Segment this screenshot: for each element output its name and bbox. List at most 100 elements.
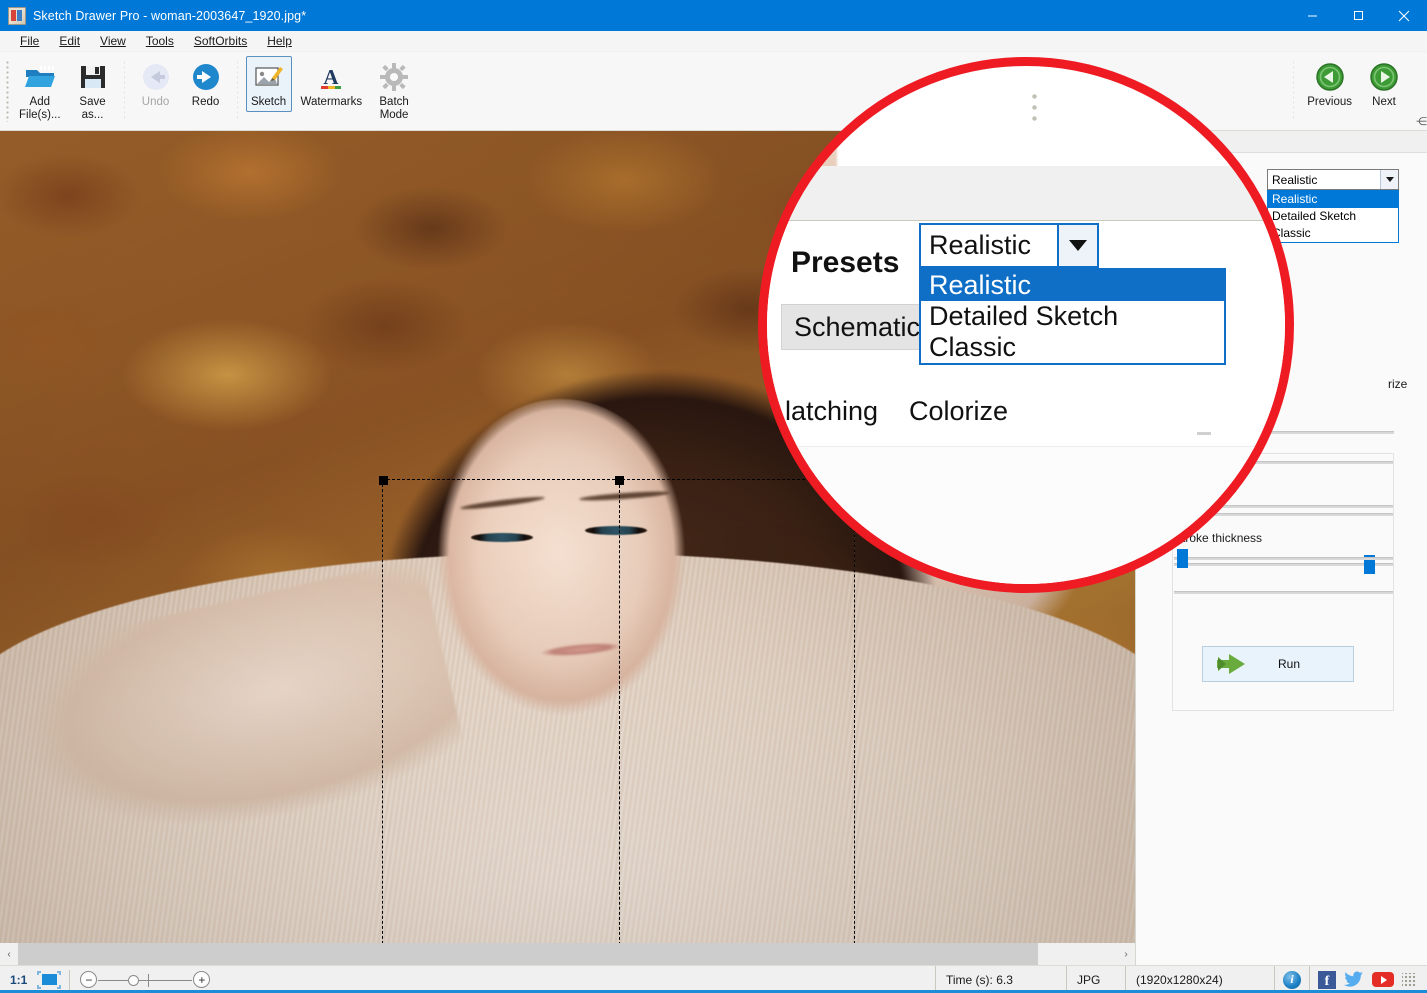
scrollbar-thumb[interactable] [18,943,1038,965]
menu-edit-label: Edit [59,34,80,48]
toolbar-grip[interactable] [6,60,9,122]
minimize-button[interactable] [1289,0,1335,31]
toolbar-overflow-icon[interactable]: ⋲ [1416,115,1427,128]
menu-file[interactable]: File [10,32,49,50]
youtube-icon[interactable] [1372,972,1394,987]
redo-button[interactable]: Redo [183,56,229,112]
run-arrow-icon [1215,653,1251,675]
magnified-preset-value: Realistic [921,230,1057,261]
save-as-button[interactable]: Save as... [70,56,116,125]
menu-help-label: Help [267,34,292,48]
statusbar-divider-6 [1309,966,1310,993]
run-label: Run [1251,657,1327,671]
resize-grip-icon[interactable] [1402,973,1416,987]
zoom-slider-thumb[interactable] [128,975,139,986]
magnified-schematic-button[interactable]: Schematic [781,304,933,350]
zoom-out-button[interactable]: − [80,971,97,988]
zoom-slider-tick [148,974,149,987]
info-icon[interactable]: i [1283,971,1301,989]
scroll-right-arrow-icon[interactable]: › [1117,943,1135,965]
statusbar-divider-1 [69,970,70,990]
zoom-in-button[interactable]: + [193,971,210,988]
magnified-schematic-label: Schematic [794,312,920,343]
next-label: Next [1372,96,1396,109]
selection-mid-guide [619,480,620,943]
zoom-slider[interactable]: − + [80,969,210,991]
menu-tools[interactable]: Tools [136,32,184,50]
window-controls [1289,0,1427,31]
selection-handle-top-center[interactable] [615,476,624,485]
magnified-preset-option-detailed-sketch[interactable]: Detailed Sketch [921,301,1224,332]
close-button[interactable] [1381,0,1427,31]
zoom-slider-track [98,980,192,981]
magnified-chevron-down-icon[interactable] [1057,225,1097,266]
magnifier-content: Presets Schematic Realistic Realistic De… [767,66,1285,584]
menu-help[interactable]: Help [257,32,302,50]
magnified-preset-list[interactable]: Realistic Detailed Sketch Classic [919,268,1226,365]
zoom-ratio-label: 1:1 [10,973,27,987]
next-button[interactable]: Next [1361,56,1407,112]
svg-text:A: A [324,65,340,89]
magnified-preset-option-classic[interactable]: Classic [921,332,1224,363]
floppy-disk-icon [79,60,107,94]
fit-corner-2 [57,971,61,975]
undo-button[interactable]: Undo [133,56,179,112]
maximize-button[interactable] [1335,0,1381,31]
preset-dropdown-list[interactable]: Realistic Detailed Sketch Classic [1267,190,1399,243]
add-files-button[interactable]: Add File(s)... [14,56,66,125]
magnified-toolbar-strip [767,166,1285,221]
letter-a-icon: A [317,60,345,94]
previous-label: Previous [1307,96,1352,109]
menu-softorbits[interactable]: SoftOrbits [184,32,257,50]
undo-label: Undo [142,96,170,109]
toolbar-right-group: Previous Next [1287,56,1409,122]
gear-icon [380,60,408,94]
preset-option-detailed-sketch[interactable]: Detailed Sketch [1268,208,1398,225]
window-title: Sketch Drawer Pro - woman-2003647_1920.j… [33,9,306,23]
magnified-preset-dropdown[interactable]: Realistic [919,223,1099,268]
facebook-icon[interactable]: f [1318,971,1336,989]
menu-softorbits-label: SoftOrbits [194,34,247,48]
fit-inner [42,974,57,985]
toolbar-separator-2 [237,60,238,122]
magnified-preset-option-realistic[interactable]: Realistic [921,270,1224,301]
menu-view[interactable]: View [90,32,136,50]
preset-dropdown[interactable]: Realistic [1267,169,1399,190]
scrollbar-track[interactable] [18,943,1117,965]
sketch-button[interactable]: Sketch [246,56,292,112]
horizontal-scrollbar[interactable]: ‹ › [0,943,1135,965]
menu-bar: File Edit View Tools SoftOrbits Help [0,31,1427,52]
statusbar-icons: i f [1275,966,1427,993]
status-dimensions: (1920x1280x24) [1126,966,1274,993]
previous-button[interactable]: Previous [1302,56,1357,112]
previous-arrow-icon [1315,60,1345,94]
sketch-pencil-icon [254,60,284,94]
redo-label: Redo [192,96,220,109]
scroll-left-arrow-icon[interactable]: ‹ [0,943,18,965]
watermarks-label: Watermarks [301,96,363,109]
run-button[interactable]: Run [1202,646,1354,682]
application-window: Sketch Drawer Pro - woman-2003647_1920.j… [0,0,1427,993]
fit-to-window-icon[interactable] [37,971,61,989]
redo-arrow-icon [191,60,221,94]
preset-option-classic[interactable]: Classic [1268,225,1398,242]
preset-option-realistic[interactable]: Realistic [1268,191,1398,208]
sketch-label: Sketch [251,96,286,109]
twitter-icon[interactable] [1344,971,1364,989]
magnifier-overlay: Presets Schematic Realistic Realistic De… [758,57,1294,593]
chevron-down-icon[interactable] [1380,170,1398,189]
undo-arrow-icon [141,60,171,94]
next-arrow-icon [1369,60,1399,94]
batch-mode-button[interactable]: Batch Mode [371,56,417,125]
save-as-label: Save as... [79,96,105,122]
status-bar: 1:1 − + Time (s): 6.3 JPG (1920x1280x24)… [0,965,1427,993]
watermarks-button[interactable]: A Watermarks [296,56,368,112]
selection-handle-top-left[interactable] [379,476,388,485]
menu-edit[interactable]: Edit [49,32,90,50]
fit-corner-4 [57,985,61,989]
fit-corner-3 [37,985,41,989]
magnified-slider-hint [1197,432,1211,435]
status-format: JPG [1067,966,1125,993]
magnified-toolbar-grip-icon [1032,91,1037,123]
open-folder-icon [24,60,56,94]
